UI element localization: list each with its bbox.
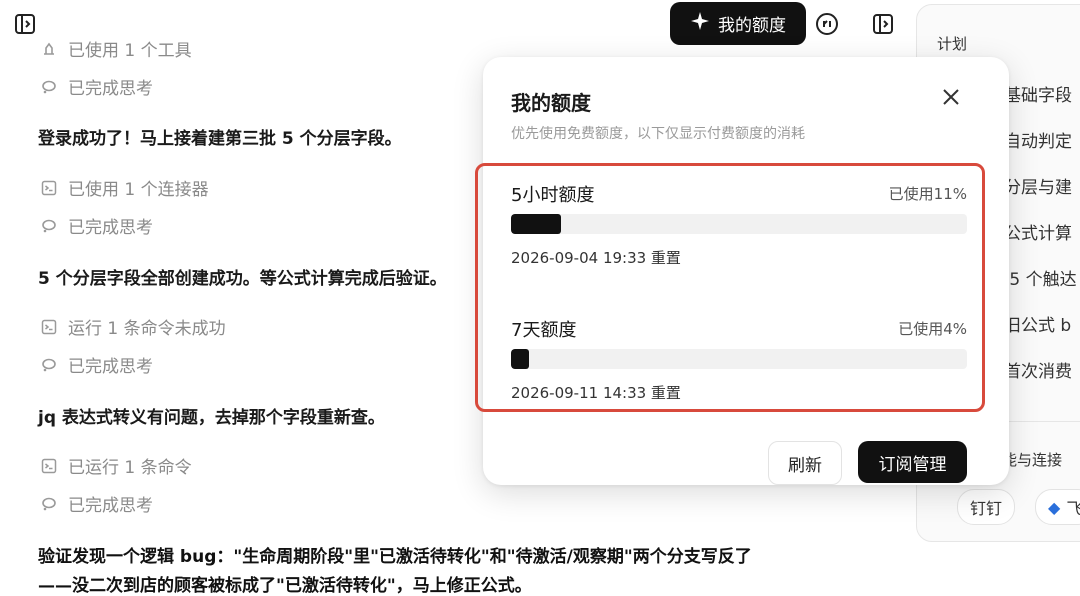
popover-subtitle: 优先使用免费额度，以下仅显示付费额度的消耗 — [511, 126, 805, 142]
quota-reset-time: 2026-09-11 14:33 重置 — [511, 384, 681, 402]
list-item[interactable]: 已使用 1 个工具 — [38, 36, 192, 61]
popover-title: 我的额度 — [511, 91, 591, 115]
list-item[interactable]: 已完成思考 — [38, 213, 153, 238]
thought-icon — [38, 76, 60, 98]
quota-name: 5小时额度 — [511, 185, 595, 206]
list-item[interactable]: 已完成思考 — [38, 352, 153, 377]
quota-progress-track — [511, 214, 967, 234]
my-quota-button[interactable]: 我的额度 — [670, 2, 806, 45]
thought-icon — [38, 215, 60, 237]
my-quota-label: 我的额度 — [718, 16, 786, 36]
list-item[interactable]: 已使用 1 个连接器 — [38, 175, 209, 200]
quota-popover: 我的额度 优先使用免费额度，以下仅显示付费额度的消耗 5小时额度 已使用11% … — [475, 57, 1009, 485]
terminal-icon — [38, 455, 60, 477]
quota-progress-fill — [511, 349, 530, 369]
thought-icon — [38, 354, 60, 376]
list-item: 5 个分层字段全部创建成功。等公式计算完成后验证。 — [38, 269, 447, 289]
subscription-manage-button[interactable]: 订阅管理 — [858, 441, 967, 483]
chip-feishu[interactable]: ◆ 飞 — [1035, 489, 1080, 525]
list-item[interactable]: 已运行 1 条命令 — [38, 453, 192, 478]
sidebar-toggle-icon[interactable] — [12, 11, 38, 37]
speed-icon[interactable] — [814, 11, 840, 37]
quota-name: 7天额度 — [511, 320, 577, 341]
plan-title: 计划 — [937, 35, 968, 53]
list-item: 登录成功了！马上接着建第三批 5 个分层字段。 — [38, 129, 402, 149]
list-item[interactable]: 运行 1 条命令未成功 — [38, 314, 226, 339]
quota-reset-time: 2026-09-04 19:33 重置 — [511, 249, 681, 267]
quota-used: 已使用11% — [888, 185, 967, 203]
quota-progress-fill — [511, 214, 562, 234]
terminal-icon — [38, 177, 60, 199]
chip-dingtalk[interactable]: 钉钉 — [957, 489, 1016, 525]
quota-progress-track — [511, 349, 967, 369]
tool-icon — [38, 38, 60, 60]
sparkle-icon — [690, 11, 710, 36]
list-item: jq 表达式转义有问题，去掉那个字段重新查。 — [38, 408, 385, 428]
close-icon[interactable] — [935, 81, 967, 113]
list-item[interactable]: 已完成思考 — [38, 74, 153, 99]
quota-used: 已使用4% — [898, 320, 967, 338]
panel-toggle-icon[interactable] — [870, 11, 896, 37]
list-item: 验证发现一个逻辑 bug："生命周期阶段"里"已激活待转化"和"待激活/观察期"… — [38, 547, 752, 567]
refresh-button[interactable]: 刷新 — [768, 441, 842, 485]
terminal-icon — [38, 316, 60, 338]
feishu-icon: ◆ — [1048, 497, 1061, 517]
thought-icon — [38, 493, 60, 515]
list-item[interactable]: 已完成思考 — [38, 491, 153, 516]
